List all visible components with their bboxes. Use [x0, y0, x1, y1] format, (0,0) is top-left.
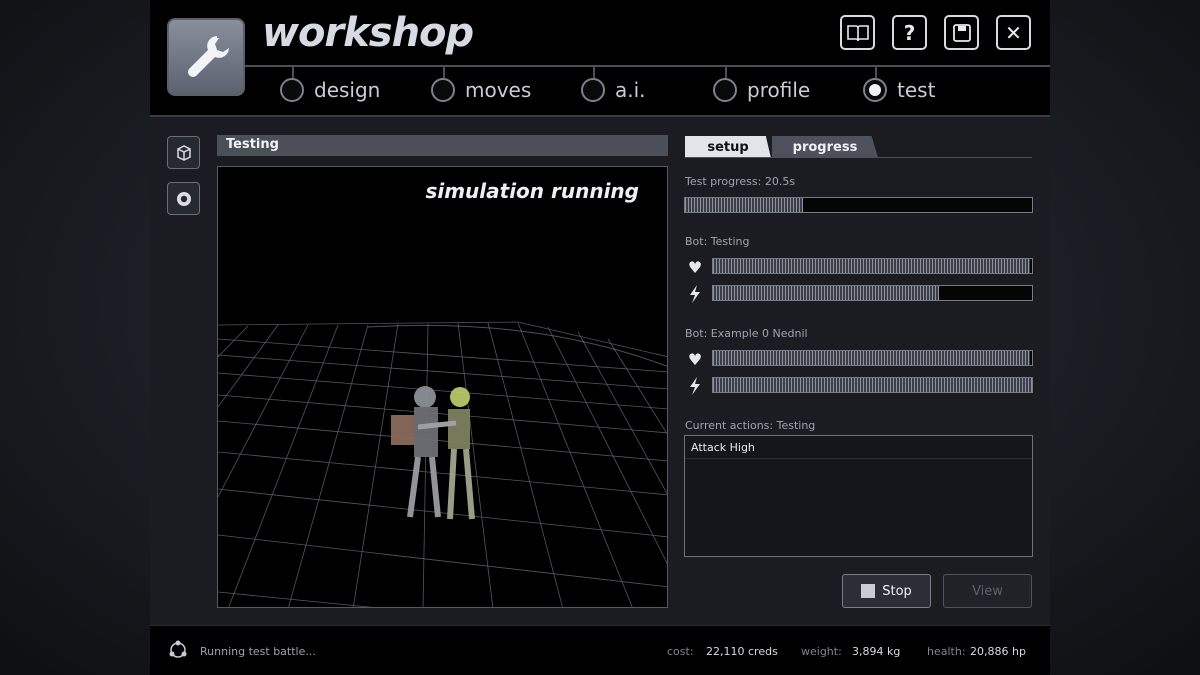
tab-label: profile — [747, 78, 811, 102]
robot-figures — [391, 386, 475, 520]
weight-key: weight: — [801, 645, 842, 658]
tab-tick — [443, 66, 445, 78]
workshop-logo — [167, 18, 245, 96]
header: workshop ? ✕ design moves a.i. profile t… — [150, 0, 1050, 117]
viewport-title: Testing — [217, 135, 668, 156]
test-progress-bar — [684, 197, 1033, 213]
workshop-window: workshop ? ✕ design moves a.i. profile t… — [150, 0, 1050, 675]
stop-button[interactable]: Stop — [842, 574, 931, 608]
busy-icon — [169, 640, 187, 658]
cost-value: 22,110 creds — [706, 645, 778, 658]
lightning-icon — [686, 377, 704, 395]
heart-icon: ♥ — [687, 349, 703, 369]
test-progress-label: Test progress: 20.5s — [685, 175, 796, 188]
health-key: health: — [927, 645, 966, 658]
book-icon — [846, 24, 869, 41]
radio-icon — [280, 78, 304, 102]
radio-icon — [431, 78, 455, 102]
tab-progress[interactable]: progress — [772, 136, 878, 158]
camera-orbit-button[interactable] — [167, 182, 200, 215]
bot2-health-bar — [712, 350, 1033, 366]
tab-design[interactable]: design — [280, 66, 380, 114]
arena-grid — [218, 321, 667, 607]
tab-label: moves — [465, 78, 532, 102]
app-title: workshop — [262, 10, 474, 56]
manual-button[interactable] — [840, 15, 875, 50]
cube-icon — [176, 144, 191, 161]
view-button[interactable]: View — [943, 574, 1032, 608]
radio-selected-icon — [863, 78, 887, 102]
save-button[interactable] — [944, 15, 979, 50]
heart-icon: ♥ — [687, 257, 703, 277]
tab-ai[interactable]: a.i. — [581, 66, 646, 114]
close-button[interactable]: ✕ — [996, 15, 1031, 50]
current-actions-list[interactable]: Attack High — [684, 435, 1033, 557]
weight-value: 3,894 kg — [852, 645, 901, 658]
status-message: Running test battle... — [200, 645, 316, 658]
header-divider — [150, 115, 1050, 117]
tab-test[interactable]: test — [863, 66, 935, 114]
tab-tick — [725, 66, 727, 78]
help-button[interactable]: ? — [892, 15, 927, 50]
simulation-status-overlay: simulation running — [425, 179, 639, 203]
tab-tick — [875, 66, 877, 78]
tab-tick — [593, 66, 595, 78]
bot2-health-fill — [713, 351, 1031, 365]
tab-moves[interactable]: moves — [431, 66, 531, 114]
tab-label: test — [897, 78, 936, 102]
simulation-viewport[interactable]: simulation running — [217, 166, 668, 608]
wrench-icon — [188, 36, 229, 77]
tab-setup[interactable]: setup — [685, 136, 771, 158]
current-actions-label: Current actions: Testing — [685, 419, 816, 432]
lightning-icon — [686, 285, 704, 303]
test-progress-fill — [685, 198, 803, 212]
bot2-energy-bar — [712, 377, 1033, 393]
floppy-icon — [952, 23, 971, 42]
tab-label: a.i. — [615, 78, 646, 102]
bot1-health-fill — [713, 259, 1031, 273]
list-item[interactable]: Attack High — [685, 436, 1032, 459]
bot1-label: Bot: Testing — [685, 235, 750, 248]
bot1-energy-fill — [713, 286, 940, 300]
health-value: 20,886 hp — [970, 645, 1026, 658]
radio-icon — [581, 78, 605, 102]
cost-key: cost: — [667, 645, 694, 658]
bot1-health-bar — [712, 258, 1033, 274]
tab-profile[interactable]: profile — [713, 66, 810, 114]
eye-icon — [176, 191, 191, 206]
stop-icon — [861, 584, 876, 598]
radio-icon — [713, 78, 737, 102]
stop-label: Stop — [882, 583, 912, 599]
tab-label: design — [314, 78, 381, 102]
bot1-energy-bar — [712, 285, 1033, 301]
tab-tick — [292, 66, 294, 78]
camera-view-button[interactable] — [167, 136, 200, 169]
bot2-label: Bot: Example 0 Nednil — [685, 327, 808, 340]
status-bar: Running test battle... cost: 22,110 cred… — [150, 625, 1050, 675]
panel-tab-divider — [685, 157, 1032, 158]
bot2-energy-fill — [713, 378, 1032, 392]
